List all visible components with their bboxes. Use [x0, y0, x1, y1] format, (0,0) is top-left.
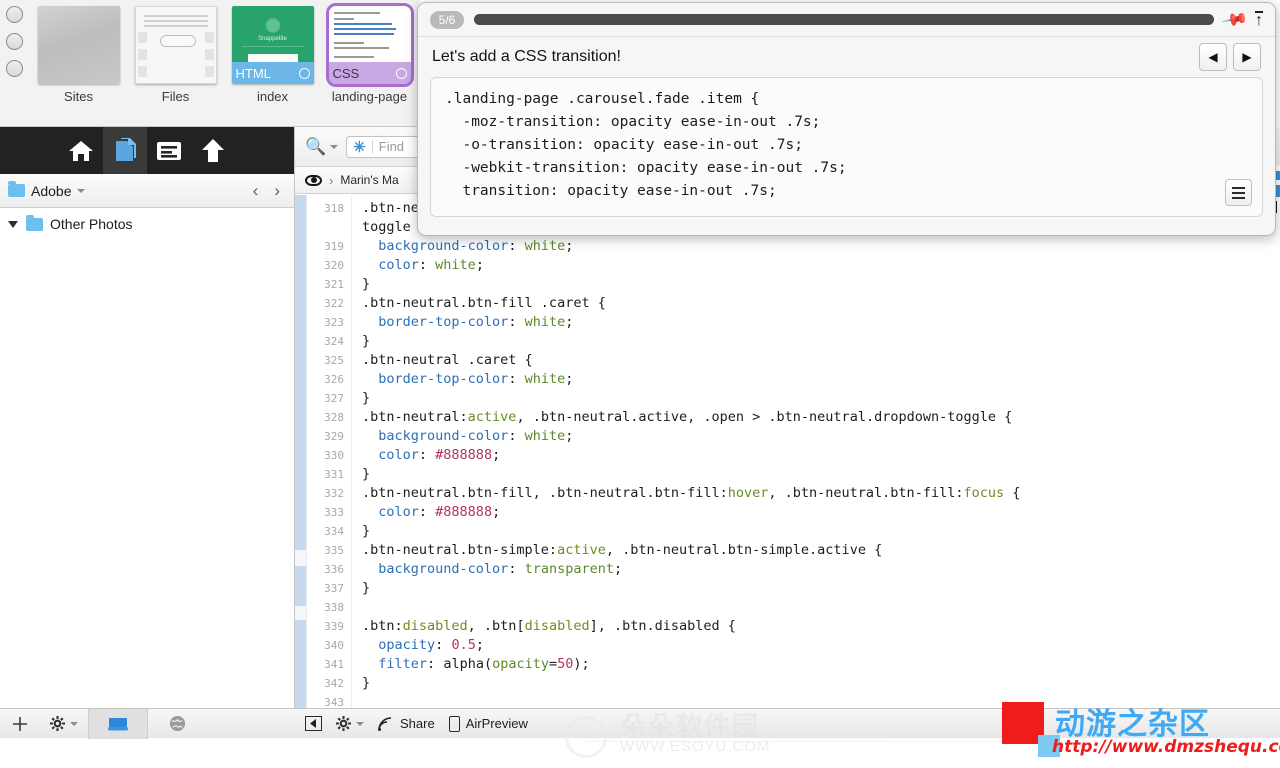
- thumbnail-index[interactable]: Snappetite HTML index: [230, 6, 315, 104]
- phone-icon: [448, 715, 460, 732]
- airpreview-button[interactable]: AirPreview: [448, 715, 528, 732]
- breadcrumb: Adobe ‹ ›: [0, 174, 294, 208]
- divider: [371, 139, 373, 154]
- chevron-down-icon: [356, 721, 364, 726]
- chevron-right-icon: ›: [329, 172, 334, 188]
- radio-button-1[interactable]: [6, 6, 23, 23]
- tutorial-nav-buttons: ◀ ▶: [1199, 43, 1261, 71]
- left-panel-toolbar: [0, 127, 294, 174]
- thumbnail-landing-page-badge-label: CSS: [332, 65, 360, 81]
- radio-button-2[interactable]: [6, 33, 23, 50]
- hamburger-icon[interactable]: [1225, 179, 1252, 206]
- chevron-down-icon[interactable]: [330, 144, 339, 149]
- home-icon[interactable]: [59, 127, 103, 174]
- search-icon[interactable]: 🔍: [305, 137, 326, 157]
- thumbnail-files-image: [134, 6, 217, 84]
- share-up-icon[interactable]: ↑: [1255, 11, 1263, 29]
- disclosure-triangle-icon[interactable]: [8, 220, 18, 228]
- thumbnail-sites[interactable]: Sites: [36, 6, 121, 104]
- pin-icon[interactable]: 📌: [1220, 5, 1249, 34]
- tutorial-popup[interactable]: 5/6 📌 ↑ Let's add a CSS transition! ◀ ▶ …: [417, 2, 1276, 236]
- editor-bottom-bar: Share AirPreview: [295, 708, 1280, 738]
- thumbnail-landing-page[interactable]: CSS landing-page: [325, 3, 414, 104]
- tutorial-popup-header: 5/6 📌 ↑: [418, 3, 1275, 37]
- thumbnail-landing-page-image: CSS: [325, 3, 414, 87]
- nav-forward-button[interactable]: ›: [274, 181, 280, 201]
- editor-path-label[interactable]: Marin's Ma: [340, 173, 398, 187]
- device-view-button[interactable]: [89, 708, 147, 739]
- tree-item-other-photos[interactable]: Other Photos: [0, 212, 294, 236]
- sidebar-toggle-button[interactable]: [305, 716, 322, 731]
- airpreview-label: AirPreview: [465, 716, 528, 731]
- screen-root: Sites Files Snappetite HTML index CSS la…: [0, 0, 1280, 768]
- progress-bar[interactable]: [474, 14, 1214, 25]
- folder-icon: [8, 181, 25, 197]
- code-minimap-scrollbar[interactable]: [295, 195, 307, 708]
- asterisk-icon: ✳: [353, 138, 366, 156]
- thumbnail-files[interactable]: Files: [133, 6, 218, 104]
- editor-settings-button[interactable]: [336, 716, 364, 731]
- tutorial-next-button[interactable]: ▶: [1233, 43, 1261, 71]
- list-icon[interactable]: [147, 127, 191, 174]
- globe-icon[interactable]: [148, 709, 206, 739]
- settings-menu-button[interactable]: [40, 709, 88, 739]
- status-ring-icon: [298, 67, 310, 79]
- tutorial-code-text: .landing-page .carousel.fade .item { -mo…: [445, 91, 847, 199]
- radio-button-3[interactable]: [6, 60, 23, 77]
- gear-icon: [336, 716, 351, 731]
- tutorial-code-block[interactable]: .landing-page .carousel.fade .item { -mo…: [430, 77, 1263, 217]
- thumbnail-index-preview-title: Snappetite: [258, 36, 287, 42]
- folder-icon: [26, 214, 43, 231]
- folder-tree: Other Photos: [0, 208, 294, 236]
- thumbnail-index-image: Snappetite HTML: [231, 6, 314, 84]
- upload-icon[interactable]: [191, 127, 235, 174]
- share-label: Share: [400, 716, 435, 731]
- watermark-right-url: http://www.dmzshequ.com: [1052, 737, 1280, 757]
- add-button[interactable]: [0, 709, 40, 739]
- chevron-down-icon: [70, 721, 78, 726]
- copy-icon[interactable]: [103, 127, 147, 174]
- left-panel: Adobe ‹ › Other Photos: [0, 127, 295, 739]
- broadcast-icon: [378, 716, 392, 731]
- find-input[interactable]: Find: [379, 139, 404, 154]
- tutorial-title: Let's add a CSS transition!: [432, 48, 621, 65]
- chevron-down-icon[interactable]: [77, 188, 86, 193]
- watermark-right-logo-blue: [1038, 735, 1060, 757]
- gear-icon: [50, 716, 65, 731]
- radio-button-column: [6, 6, 23, 77]
- left-panel-bottom-bar: [0, 708, 295, 739]
- thumbnail-index-label: index: [256, 89, 289, 104]
- thumbnail-index-badge: HTML: [231, 62, 314, 84]
- breadcrumb-folder-label: Adobe: [31, 182, 72, 199]
- code-content[interactable]: .btn-ne toggle background-color: white; c…: [351, 195, 1280, 708]
- step-counter: 5/6: [430, 10, 464, 29]
- tutorial-prev-button[interactable]: ◀: [1199, 43, 1227, 71]
- code-editor[interactable]: 318 319 320 321 322 323 324 325 326 327 328 329 330…: [295, 195, 1280, 708]
- status-ring-icon: [395, 67, 407, 79]
- thumbnail-sites-label: Sites: [64, 89, 93, 104]
- eye-icon[interactable]: [305, 174, 322, 186]
- thumbnail-landing-page-label: landing-page: [331, 89, 408, 104]
- line-number-gutter: 318 319 320 321 322 323 324 325 326 327 328 329 330…: [307, 195, 351, 708]
- watermark-center-url: WWW.ESOYU.COM: [620, 738, 771, 755]
- tutorial-title-row: Let's add a CSS transition! ◀ ▶: [418, 37, 1275, 77]
- thumbnail-list: Sites Files Snappetite HTML index CSS la…: [36, 3, 414, 104]
- share-button[interactable]: Share: [378, 716, 435, 731]
- thumbnail-files-label: Files: [161, 89, 190, 104]
- thumbnail-landing-page-badge: CSS: [328, 62, 411, 84]
- thumbnail-sites-image: [37, 6, 120, 84]
- thumbnail-strip: Sites Files Snappetite HTML index CSS la…: [0, 0, 420, 127]
- tree-item-label: Other Photos: [50, 216, 133, 232]
- nav-back-button[interactable]: ‹: [253, 181, 259, 201]
- thumbnail-index-badge-label: HTML: [235, 65, 271, 81]
